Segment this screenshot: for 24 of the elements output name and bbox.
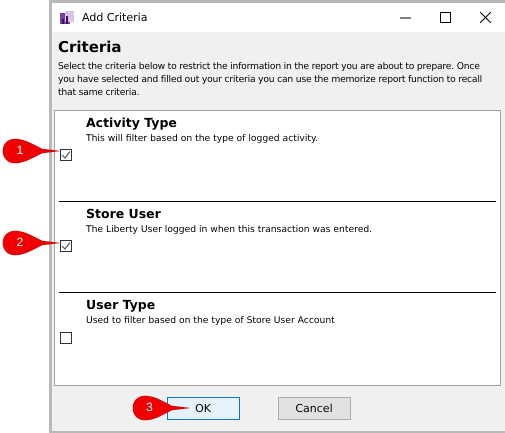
- cancel-button[interactable]: Cancel: [278, 397, 350, 420]
- callout-marker: [2, 230, 60, 256]
- app-icon: [60, 10, 74, 24]
- callout-marker: [132, 395, 190, 421]
- checkbox[interactable]: [60, 240, 72, 252]
- instructions-text: Select the criteria below to restrict the information in the report you are about to prepare. Once you have selected and filled out your criteria you can use the memorize report function to recall that same criteria.: [58, 60, 484, 99]
- close-icon[interactable]: [480, 12, 490, 23]
- window-title: Add Criteria: [82, 11, 148, 24]
- minimize-icon[interactable]: [400, 16, 410, 18]
- callout-number: 1: [16, 143, 24, 157]
- callout-marker: [2, 138, 60, 164]
- callout-number: 2: [16, 235, 24, 249]
- checkbox[interactable]: [60, 149, 72, 161]
- callout-number: 3: [145, 400, 154, 414]
- maximize-icon[interactable]: [440, 12, 450, 23]
- ok-button[interactable]: OK: [166, 397, 240, 420]
- criteria-title: Store User: [86, 206, 162, 221]
- criteria-title: Activity Type: [86, 115, 178, 130]
- checkbox[interactable]: [60, 332, 72, 344]
- criteria-description: The Liberty User logged in when this transaction was entered.: [86, 224, 374, 235]
- criteria-description: This will filter based on the type of logged activity.: [86, 133, 320, 144]
- criteria-title: User Type: [86, 297, 156, 312]
- section-heading: Criteria: [58, 38, 123, 56]
- criteria-description: Used to filter based on the type of Store User Account: [86, 315, 336, 326]
